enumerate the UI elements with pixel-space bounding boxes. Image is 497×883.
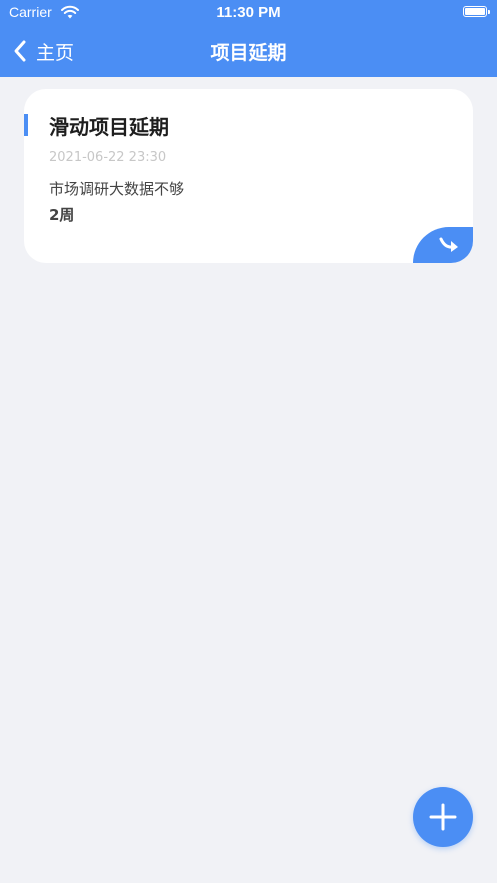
plus-icon [429,803,457,831]
share-arrow-icon [439,237,458,252]
share-button[interactable] [413,227,473,263]
delay-record-card[interactable]: 滑动项目延期 2021-06-22 23:30 市场调研大数据不够 2周 [24,89,473,263]
status-time: 11:30 PM [216,4,281,21]
card-duration: 2周 [49,206,75,224]
status-bar: Carrier 11:30 PM [0,0,497,26]
add-button[interactable] [413,787,473,847]
page-title: 项目延期 [210,42,287,64]
top-bar: Carrier 11:30 PM 主页 项目延期 [0,0,497,77]
card-title: 滑动项目延期 [49,115,169,139]
card-accent-bar [24,114,28,136]
card-reason: 市场调研大数据不够 [49,180,185,198]
navigation-bar: 主页 项目延期 [0,26,497,77]
battery-icon [463,6,490,17]
card-date: 2021-06-22 23:30 [49,150,167,165]
